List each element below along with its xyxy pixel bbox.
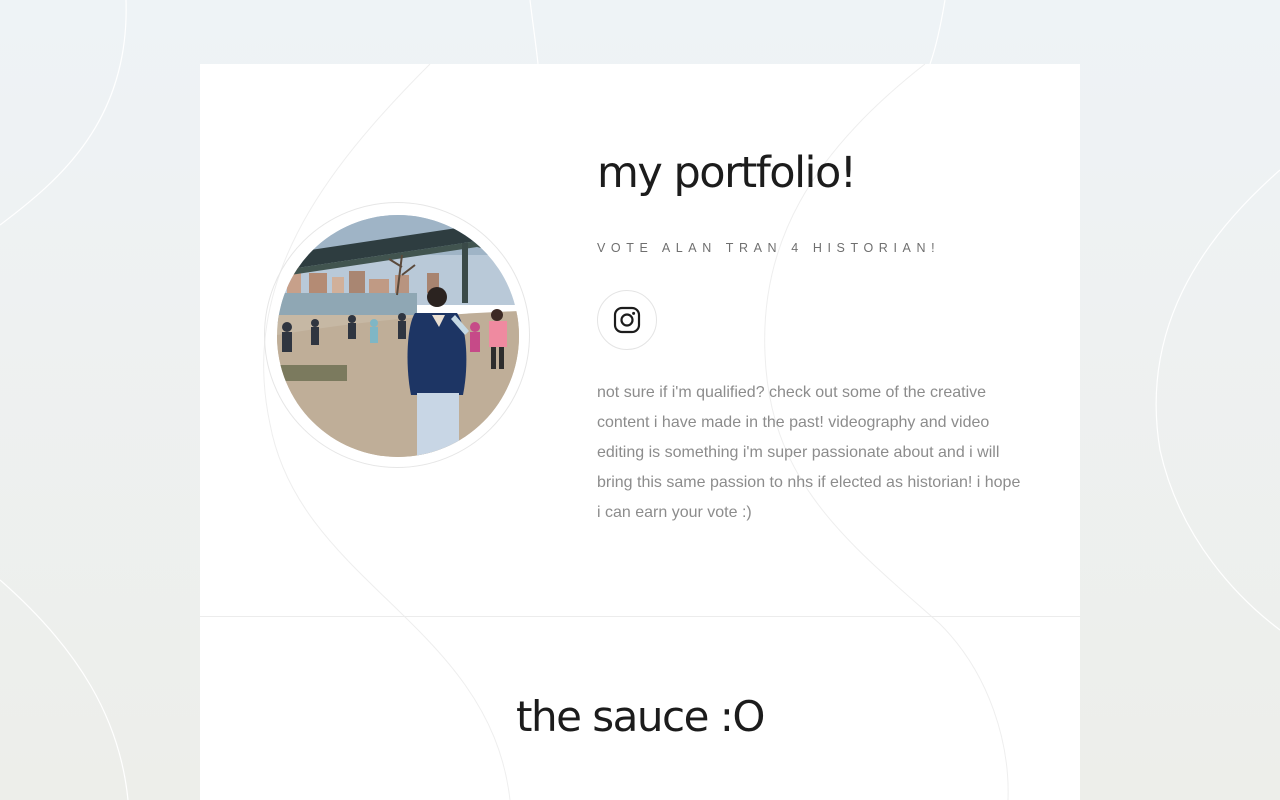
bio-text: not sure if i'm qualified? check out som… bbox=[597, 384, 1021, 521]
section-title: the sauce :O bbox=[515, 692, 766, 741]
page-title: my portfolio! bbox=[597, 148, 857, 198]
instagram-icon bbox=[613, 306, 641, 334]
portfolio-card: my portfolio! VOTE ALAN TRAN 4 HISTORIAN… bbox=[200, 64, 1080, 800]
section-divider bbox=[200, 616, 1080, 617]
subtitle: VOTE ALAN TRAN 4 HISTORIAN! bbox=[597, 241, 941, 255]
profile-photo bbox=[277, 215, 519, 457]
instagram-link[interactable] bbox=[597, 290, 657, 350]
hero-section: my portfolio! VOTE ALAN TRAN 4 HISTORIAN… bbox=[200, 64, 1080, 616]
